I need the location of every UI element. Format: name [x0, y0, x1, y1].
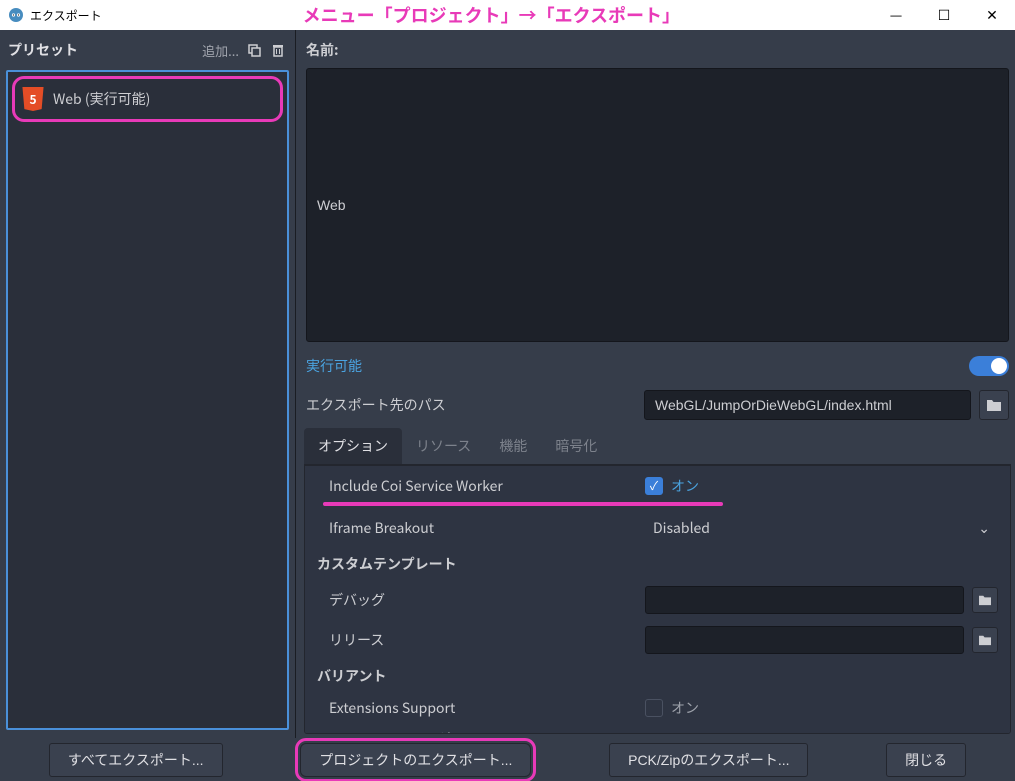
browse-release-button[interactable] — [972, 627, 998, 653]
on-label: オン — [671, 476, 699, 496]
preset-panel: プリセット 追加... 5 Web (実行可能) — [0, 30, 296, 738]
export-path-label: エクスポート先のパス — [306, 395, 636, 415]
dropdown-iframe[interactable]: Disabled ⌄ — [645, 514, 998, 542]
preset-list[interactable]: 5 Web (実行可能) — [6, 70, 289, 730]
release-path-input[interactable] — [645, 626, 964, 654]
export-pck-button[interactable]: PCK/Zipのエクスポート... — [609, 743, 808, 777]
window-controls: — ☐ ✕ — [881, 5, 1007, 25]
add-preset-button[interactable]: 追加... — [202, 41, 239, 60]
name-input[interactable] — [306, 68, 1009, 342]
opt-label-release: リリース — [317, 630, 637, 650]
tab-resources[interactable]: リソース — [402, 428, 485, 464]
close-button[interactable]: ✕ — [977, 5, 1007, 25]
export-project-button[interactable]: プロジェクトのエクスポート... — [300, 743, 531, 777]
footer: すべてエクスポート... プロジェクトのエクスポート... PCK/Zipのエク… — [0, 738, 1015, 781]
highlight-underline — [323, 502, 723, 506]
delete-icon[interactable] — [269, 41, 287, 59]
preset-header-label: プリセット — [8, 40, 196, 60]
opt-label-debug: デバッグ — [317, 590, 637, 610]
export-path-input[interactable] — [644, 390, 971, 420]
opt-label-extensions: Extensions Support — [317, 698, 637, 718]
export-all-button[interactable]: すべてエクスポート... — [49, 743, 223, 777]
window-title: エクスポート — [30, 7, 102, 24]
preset-item-label: Web (実行可能) — [53, 89, 150, 109]
html5-icon: 5 — [21, 87, 45, 111]
tab-options[interactable]: オプション — [304, 428, 402, 464]
godot-icon — [8, 7, 24, 23]
opt-label-iframe: Iframe Breakout — [317, 518, 637, 538]
browse-debug-button[interactable] — [972, 587, 998, 613]
opt-label-coi: Include Coi Service Worker — [317, 476, 637, 496]
chevron-down-icon: ⌄ — [978, 518, 990, 538]
section-vram: VRAMテクスチャ圧縮 — [317, 730, 637, 735]
checkbox-extensions[interactable] — [645, 699, 663, 717]
minimize-button[interactable]: — — [881, 5, 911, 25]
titlebar: エクスポート メニュー「プロジェクト」→「エクスポート」 — ☐ ✕ — [0, 0, 1015, 30]
checkbox-coi[interactable]: ✓ — [645, 477, 663, 495]
section-variant: バリアント — [317, 666, 637, 686]
maximize-button[interactable]: ☐ — [929, 5, 959, 25]
tabs: オプション リソース 機能 暗号化 — [304, 428, 1011, 465]
preset-item-web[interactable]: 5 Web (実行可能) — [12, 76, 283, 122]
runnable-toggle[interactable] — [969, 356, 1009, 376]
close-dialog-button[interactable]: 閉じる — [886, 743, 966, 777]
tutorial-annotation: メニュー「プロジェクト」→「エクスポート」 — [102, 2, 881, 28]
settings-panel: 名前: 実行可能 エクスポート先のパス オプション リソース 機能 暗号化 In… — [296, 30, 1015, 738]
section-custom-template: カスタムテンプレート — [317, 554, 637, 574]
options-scroll[interactable]: Include Coi Service Worker ✓ オン Iframe B… — [304, 465, 1011, 735]
tab-encryption[interactable]: 暗号化 — [541, 428, 611, 464]
on-label: オン — [671, 698, 699, 718]
name-label: 名前: — [306, 40, 339, 60]
runnable-label: 実行可能 — [306, 356, 362, 376]
browse-folder-button[interactable] — [979, 390, 1009, 420]
debug-path-input[interactable] — [645, 586, 964, 614]
duplicate-icon[interactable] — [245, 41, 263, 59]
tab-features[interactable]: 機能 — [485, 428, 541, 464]
